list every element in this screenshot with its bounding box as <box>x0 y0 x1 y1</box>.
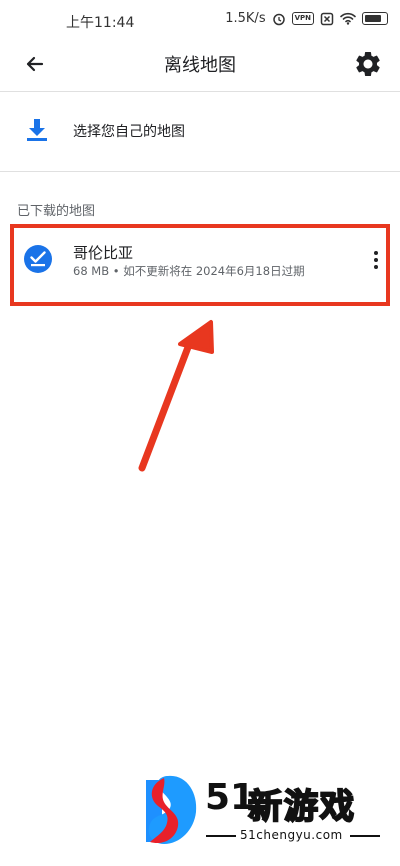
battery-icon <box>362 12 388 25</box>
select-own-map-label: 选择您自己的地图 <box>73 124 185 140</box>
watermark-url: 51chengyu.com <box>240 828 343 842</box>
watermark: 51 新游戏 51chengyu.com <box>140 772 390 852</box>
watermark-line <box>206 835 236 837</box>
page-title: 离线地图 <box>164 55 236 76</box>
gear-icon[interactable] <box>353 49 383 79</box>
section-header: 已下载的地图 <box>17 204 96 219</box>
net-speed: 1.5K/s <box>225 11 266 26</box>
vpn-badge: VPN <box>291 12 314 25</box>
watermark-line <box>350 835 380 837</box>
status-icons: 1.5K/s VPN <box>225 11 388 26</box>
no-sim-icon <box>320 12 334 25</box>
app-bar: 离线地图 <box>0 40 400 90</box>
status-time: 上午11:44 <box>66 15 135 31</box>
select-own-map-row[interactable]: 选择您自己的地图 <box>0 92 400 170</box>
alarm-icon <box>272 13 285 25</box>
download-icon <box>27 119 47 141</box>
status-bar: 上午11:44 1.5K/s VPN <box>0 0 400 40</box>
wifi-icon <box>340 12 356 25</box>
divider <box>0 171 400 172</box>
highlight-frame <box>10 224 390 306</box>
watermark-logo-icon <box>146 775 197 844</box>
watermark-text: 新游戏 <box>247 786 356 828</box>
